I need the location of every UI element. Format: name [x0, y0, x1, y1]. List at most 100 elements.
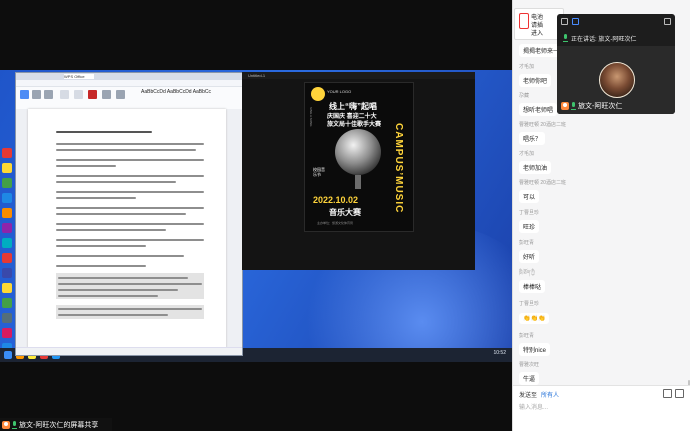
chat-message-text: 特别nice: [519, 343, 551, 356]
doc-text-line: [58, 289, 178, 291]
chat-message-text: 牛逼: [519, 372, 540, 385]
app-icon[interactable]: [2, 268, 12, 278]
chat-message: 丁曹旦珍 旺珍: [519, 210, 540, 234]
send-to-selector[interactable]: 发送至 所有人: [519, 390, 559, 399]
avatar: [599, 62, 635, 98]
chat-message: 尕藏 想听老师唱: [519, 93, 558, 117]
chat-message: 彭旺青 好听: [519, 240, 540, 264]
chat-sender: 彭旺青: [519, 240, 535, 246]
app-icon[interactable]: [2, 313, 12, 323]
wps-menu-bar[interactable]: [16, 80, 242, 87]
doc-text-line: [56, 245, 146, 247]
notification-line-3: 进入: [531, 31, 544, 37]
chat-message-text: 想听老师唱: [519, 103, 558, 116]
active-speaker-panel[interactable]: 正在讲话: 旅文-阿旺次仁 旅文-阿旺次仁: [557, 14, 675, 114]
document-page[interactable]: [28, 109, 226, 348]
chat-sender: ཁྲི་ཐོག་ཀྱི: [519, 270, 535, 276]
app-icon[interactable]: [2, 238, 12, 248]
speaker-panel-controls: [557, 14, 675, 28]
wps-doc-tab[interactable]: WPS Office: [64, 74, 94, 79]
poster-viewer-window[interactable]: Untitled-1 YOUR LOGO SING A SONG 线上“嗨”起唱…: [242, 72, 475, 270]
document-canvas: [16, 109, 242, 348]
doc-text-line: [58, 314, 168, 316]
wps-titlebar: WPS Office: [16, 73, 242, 80]
now-speaking-bar: 正在讲话: 旅文-阿旺次仁: [557, 32, 675, 44]
app-icon[interactable]: [2, 298, 12, 308]
chat-message-text: 可以: [519, 190, 540, 203]
start-icon[interactable]: [4, 351, 12, 359]
poster-title: 音乐大赛: [329, 208, 361, 217]
doc-text-line: [56, 197, 136, 199]
list-icon[interactable]: [116, 90, 125, 99]
image-icon[interactable]: [675, 389, 684, 398]
poster-date: 2022.10.02: [313, 195, 359, 205]
chat-message-text: 老师你吧: [519, 74, 552, 87]
poster-tag: 校园音乐节: [313, 167, 325, 177]
chat-message-input[interactable]: [519, 401, 679, 415]
emoji-icon[interactable]: [663, 389, 672, 398]
app-icon[interactable]: [2, 178, 12, 188]
chat-message-text: 旺珍: [519, 220, 540, 233]
doc-text-line: [58, 277, 188, 279]
minimize-icon[interactable]: [561, 17, 568, 25]
doc-text-line: [56, 159, 204, 161]
align-icon[interactable]: [102, 90, 111, 99]
user-icon: [2, 420, 10, 429]
speaker-video: 旅文-阿旺次仁: [557, 46, 675, 114]
microphone-icon: [335, 129, 381, 175]
chat-sender: 曹雅旺顿 20酒店二班: [519, 180, 566, 186]
layout-icon[interactable]: [572, 17, 579, 25]
doc-text-line: [58, 283, 202, 285]
doc-text-line: [56, 143, 204, 145]
wps-writer-window[interactable]: WPS Office AaBbCcDd AaBbCcDd AaBbCc: [15, 72, 243, 356]
music-contest-poster: YOUR LOGO SING A SONG 线上“嗨”起唱 庆国庆 喜迎二十大 …: [304, 82, 414, 232]
grid-icon[interactable]: [664, 17, 671, 25]
chat-sender: 才毛加: [519, 64, 535, 70]
cut-icon[interactable]: [32, 90, 41, 99]
chat-message: 才毛加 老师你吧: [519, 64, 552, 88]
doc-text-line: [56, 165, 116, 167]
send-to-label: 发送至: [519, 393, 538, 399]
chat-sender: 丁曹旦珍: [519, 210, 540, 216]
copy-icon[interactable]: [44, 90, 53, 99]
chat-message: 才毛加 老师加油: [519, 151, 552, 175]
font-select[interactable]: [60, 90, 69, 99]
speaker-name-tag: 旅文-阿旺次仁: [561, 101, 622, 111]
paste-icon[interactable]: [20, 90, 29, 99]
doc-text-line: [56, 207, 204, 209]
doc-text-line: [56, 223, 204, 225]
app-icon[interactable]: [2, 328, 12, 338]
font-size-select[interactable]: [74, 90, 83, 99]
microphone-stem: [355, 175, 361, 189]
chat-message-text: 👏👏👏: [519, 313, 550, 324]
app-icon[interactable]: [2, 253, 12, 263]
style-gallery[interactable]: AaBbCcDd AaBbCcDd AaBbCc: [141, 89, 211, 95]
send-to-value[interactable]: 所有人: [541, 393, 559, 399]
chat-message: 彭旺青 特别nice: [519, 333, 551, 357]
doc-text-line: [56, 239, 204, 241]
doc-text-line: [56, 229, 166, 231]
doc-text-line: [56, 213, 186, 215]
poster-window-title: Untitled-1: [248, 73, 266, 78]
poster-logo-text: YOUR LOGO: [327, 89, 352, 94]
chat-message-text: 棒棒哒: [519, 280, 546, 293]
app-icon[interactable]: [2, 283, 12, 293]
wps-ribbon: AaBbCcDd AaBbCcDd AaBbCc: [16, 87, 242, 110]
poster-vertical-title: CAMPUS’MUSIC: [393, 123, 404, 214]
chat-sender: 尕藏: [519, 93, 530, 99]
app-icon[interactable]: [2, 163, 12, 173]
doc-title-line: [56, 131, 152, 133]
microphone-icon: [563, 34, 568, 42]
app-icon[interactable]: [2, 223, 12, 233]
battery-icon: [519, 13, 529, 29]
poster-titlebar: Untitled-1: [242, 72, 475, 79]
doc-text-line: [58, 295, 158, 297]
chat-message: 曹雅次旺 牛逼: [519, 362, 540, 386]
app-icon[interactable]: [2, 148, 12, 158]
now-speaking-text: 正在讲话: 旅文-阿旺次仁: [571, 36, 637, 43]
app-icon[interactable]: [2, 193, 12, 203]
font-color-icon[interactable]: [88, 90, 97, 99]
chat-message: 曹雅旺顿 20酒店二班 可以: [519, 180, 566, 204]
doc-text-line: [56, 175, 204, 177]
app-icon[interactable]: [2, 208, 12, 218]
